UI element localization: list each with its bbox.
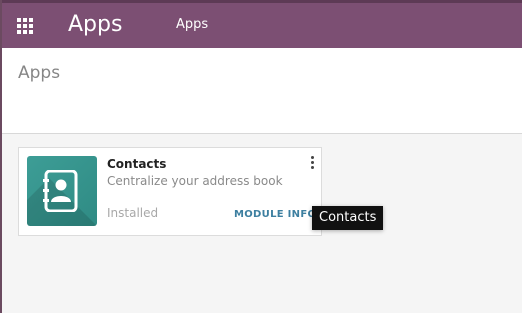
- installed-status: Installed: [107, 206, 159, 220]
- tooltip: Contacts: [312, 206, 384, 230]
- control-panel: Apps: [0, 48, 522, 134]
- app-brand-title: Apps: [68, 12, 123, 37]
- card-title: Contacts: [107, 157, 167, 171]
- top-navbar: Apps Apps: [0, 0, 522, 48]
- card-summary: Centralize your address book: [107, 174, 283, 188]
- menu-item-apps[interactable]: Apps: [176, 16, 208, 34]
- vertical-ellipsis-icon[interactable]: [309, 156, 317, 170]
- app-window: Apps Apps Apps Contacts Centralize your …: [0, 0, 522, 313]
- grid-icon[interactable]: [17, 18, 35, 34]
- breadcrumb: Apps: [18, 63, 61, 83]
- window-edge: [0, 0, 2, 313]
- module-info-button[interactable]: MODULE INFO: [234, 208, 316, 222]
- address-book-icon: [27, 156, 97, 226]
- kanban-card-contacts[interactable]: Contacts Centralize your address book In…: [18, 147, 322, 236]
